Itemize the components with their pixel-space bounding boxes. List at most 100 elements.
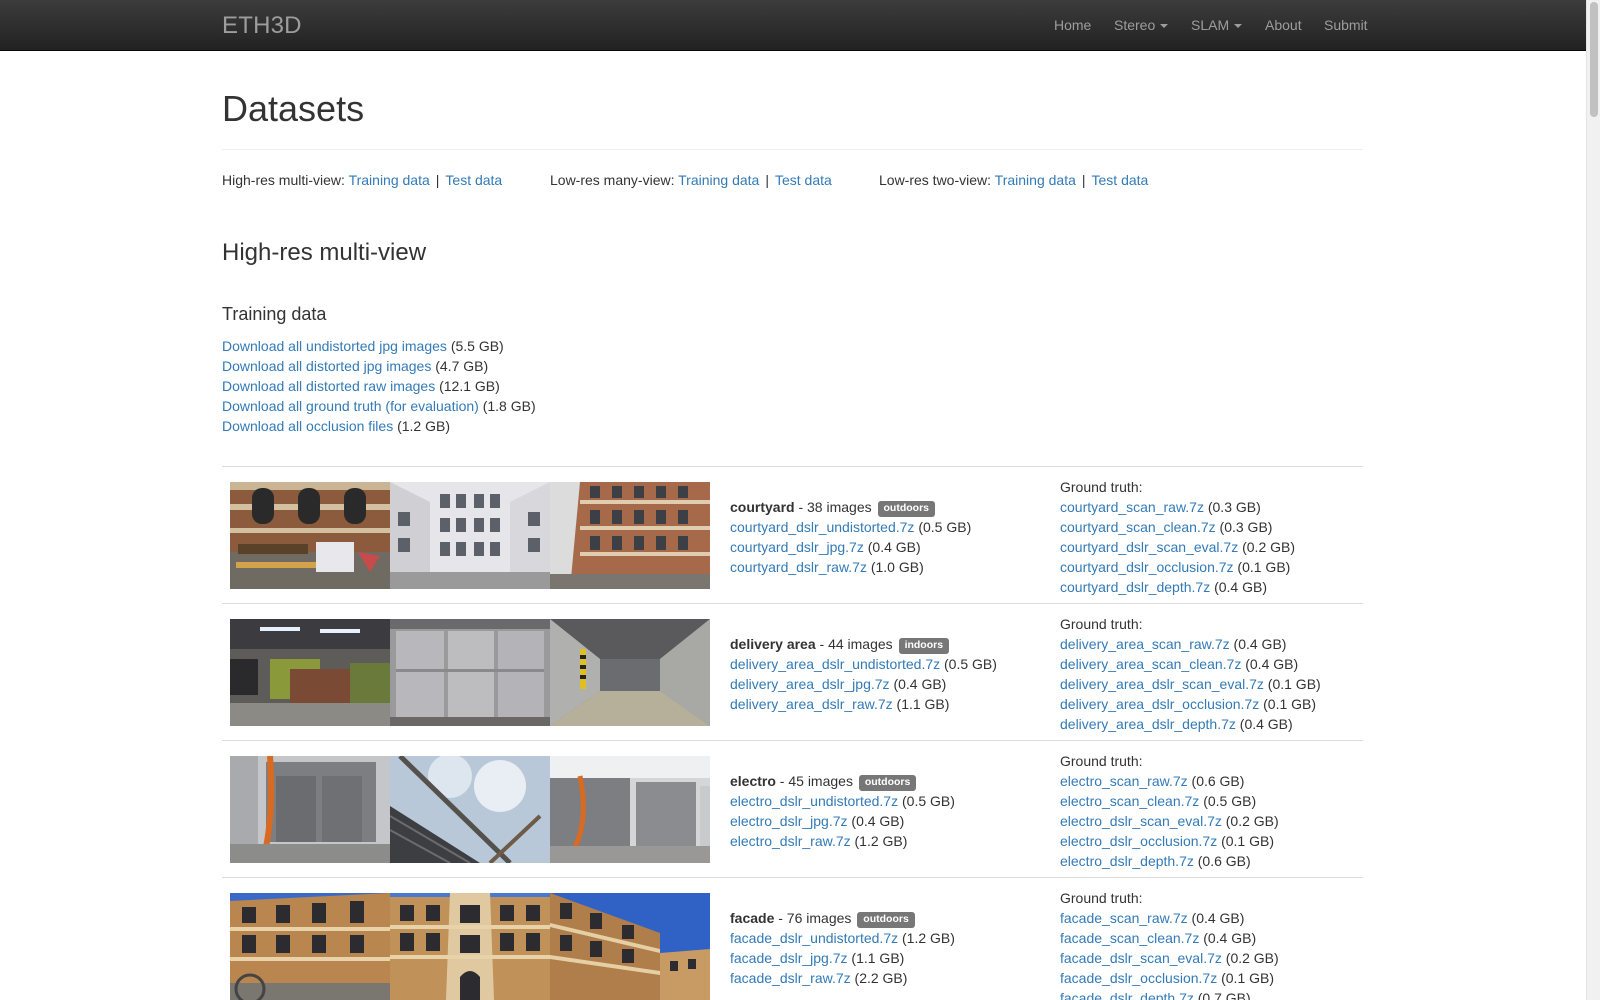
nav-submit[interactable]: Submit xyxy=(1324,17,1368,33)
thumbnail-image[interactable] xyxy=(550,756,710,863)
quicklink-test-data[interactable]: Test data xyxy=(1092,172,1149,188)
file-link[interactable]: courtyard_dslr_jpg.7z xyxy=(730,539,864,555)
gt-file-link[interactable]: delivery_area_scan_raw.7z xyxy=(1060,636,1230,652)
quicklink-training-data[interactable]: Training data xyxy=(995,172,1076,188)
gt-file-link[interactable]: facade_dslr_occlusion.7z xyxy=(1060,970,1217,986)
dataset-info: facade - 76 images outdoors facade_dslr_… xyxy=(730,908,955,988)
file-link[interactable]: facade_dslr_undistorted.7z xyxy=(730,930,898,946)
file-size: (0.4 GB) xyxy=(1203,930,1257,946)
dataset-row: delivery area - 44 images indoors delive… xyxy=(222,603,1363,740)
chevron-down-icon xyxy=(1160,24,1169,29)
file-link[interactable]: courtyard_dslr_raw.7z xyxy=(730,559,867,575)
file-link[interactable]: delivery_area_dslr_jpg.7z xyxy=(730,676,890,692)
dataset-name: electro xyxy=(730,773,776,789)
thumbnail-image[interactable] xyxy=(390,482,550,589)
file-size: (0.2 GB) xyxy=(1225,813,1279,829)
gt-file-link[interactable]: delivery_area_dslr_depth.7z xyxy=(1060,716,1236,732)
page-scrollbar[interactable] xyxy=(1586,0,1600,1000)
file-size: (0.2 GB) xyxy=(1242,539,1296,555)
thumbnail-image[interactable] xyxy=(230,756,390,863)
file-size: (1.1 GB) xyxy=(896,696,950,712)
ground-truth-label: Ground truth: xyxy=(1060,890,1143,906)
download-undistorted-jpg-link[interactable]: Download all undistorted jpg images xyxy=(222,338,447,354)
dataset-info: delivery area - 44 images indoors delive… xyxy=(730,634,997,714)
ground-truth-label: Ground truth: xyxy=(1060,753,1143,769)
file-size: (0.5 GB) xyxy=(944,656,997,672)
file-size: (0.4 GB) xyxy=(1191,910,1245,926)
thumbnail-image[interactable] xyxy=(550,619,710,726)
gt-file-link[interactable]: facade_scan_clean.7z xyxy=(1060,930,1199,946)
file-size: (2.2 GB) xyxy=(854,970,908,986)
file-size: (0.6 GB) xyxy=(1197,853,1251,869)
file-link[interactable]: electro_dslr_jpg.7z xyxy=(730,813,848,829)
file-link[interactable]: electro_dslr_undistorted.7z xyxy=(730,793,898,809)
gt-file-link[interactable]: courtyard_dslr_depth.7z xyxy=(1060,579,1210,595)
download-occlusion-link[interactable]: Download all occlusion files xyxy=(222,418,393,434)
gt-file-link[interactable]: delivery_area_dslr_scan_eval.7z xyxy=(1060,676,1264,692)
download-all-list: Download all undistorted jpg images (5.5… xyxy=(222,336,536,436)
download-distorted-jpg-link[interactable]: Download all distorted jpg images xyxy=(222,358,431,374)
gt-file-link[interactable]: electro_dslr_occlusion.7z xyxy=(1060,833,1217,849)
file-link[interactable]: electro_dslr_raw.7z xyxy=(730,833,851,849)
file-link[interactable]: courtyard_dslr_undistorted.7z xyxy=(730,519,914,535)
thumbnail-image[interactable] xyxy=(390,756,550,863)
separator: | xyxy=(765,172,769,188)
dataset-table: courtyard - 38 images outdoors courtyard… xyxy=(222,466,1363,1000)
thumbnail-image[interactable] xyxy=(390,893,550,1000)
quicklinks-low-res-two-view: Low-res two-view: Training data | Test dat… xyxy=(879,172,1148,188)
file-link[interactable]: facade_dslr_raw.7z xyxy=(730,970,851,986)
gt-file-link[interactable]: courtyard_scan_clean.7z xyxy=(1060,519,1216,535)
dataset-thumbnails xyxy=(230,893,710,1000)
gt-file-link[interactable]: electro_scan_raw.7z xyxy=(1060,773,1188,789)
file-link[interactable]: delivery_area_dslr_undistorted.7z xyxy=(730,656,940,672)
scrollbar-thumb[interactable] xyxy=(1590,2,1598,117)
thumbnail-image[interactable] xyxy=(390,619,550,726)
gt-file-link[interactable]: courtyard_dslr_occlusion.7z xyxy=(1060,559,1234,575)
thumbnail-image[interactable] xyxy=(230,893,390,1000)
gt-file-link[interactable]: facade_dslr_scan_eval.7z xyxy=(1060,950,1222,966)
gt-file-link[interactable]: electro_scan_clean.7z xyxy=(1060,793,1199,809)
quicklink-training-data[interactable]: Training data xyxy=(349,172,430,188)
file-size: (0.4 GB) xyxy=(1214,579,1267,595)
file-size: (5.5 GB) xyxy=(450,338,504,354)
quicklink-test-data[interactable]: Test data xyxy=(775,172,832,188)
dataset-row: electro - 45 images outdoors electro_dsl… xyxy=(222,740,1363,877)
file-link[interactable]: facade_dslr_jpg.7z xyxy=(730,950,848,966)
gt-file-link[interactable]: courtyard_dslr_scan_eval.7z xyxy=(1060,539,1238,555)
download-distorted-raw-link[interactable]: Download all distorted raw images xyxy=(222,378,435,394)
gt-file-link[interactable]: electro_dslr_depth.7z xyxy=(1060,853,1194,869)
quicklink-label: Low-res two-view: xyxy=(879,172,992,188)
quicklink-test-data[interactable]: Test data xyxy=(445,172,502,188)
gt-file-link[interactable]: facade_dslr_depth.7z xyxy=(1060,990,1194,1000)
gt-file-link[interactable]: delivery_area_scan_clean.7z xyxy=(1060,656,1241,672)
file-size: (1.2 GB) xyxy=(397,418,450,434)
quicklinks-high-res-multi-view: High-res multi-view: Training data | Test … xyxy=(222,172,502,188)
download-ground-truth-link[interactable]: Download all ground truth (for evaluatio… xyxy=(222,398,479,414)
gt-file-link[interactable]: delivery_area_dslr_occlusion.7z xyxy=(1060,696,1259,712)
file-link[interactable]: delivery_area_dslr_raw.7z xyxy=(730,696,893,712)
thumbnail-image[interactable] xyxy=(230,619,390,726)
dataset-thumbnails xyxy=(230,482,710,589)
nav-about[interactable]: About xyxy=(1265,17,1302,33)
gt-file-link[interactable]: facade_scan_raw.7z xyxy=(1060,910,1188,926)
nav-slam[interactable]: SLAM xyxy=(1191,17,1243,33)
file-size: (0.1 GB) xyxy=(1221,833,1274,849)
thumbnail-image[interactable] xyxy=(230,482,390,589)
file-size: (0.4 GB) xyxy=(1245,656,1299,672)
brand-logo[interactable]: ETH3D xyxy=(222,12,302,40)
thumbnail-image[interactable] xyxy=(550,893,710,1000)
download-item: Download all distorted raw images (12.1 … xyxy=(222,376,536,396)
file-size: (0.4 GB) xyxy=(867,539,921,555)
download-item: Download all ground truth (for evaluatio… xyxy=(222,396,536,416)
nav-stereo[interactable]: Stereo xyxy=(1114,17,1169,33)
quicklink-label: High-res multi-view: xyxy=(222,172,345,188)
top-navbar: ETH3D Home Stereo SLAM About Submit xyxy=(0,0,1586,51)
quicklink-training-data[interactable]: Training data xyxy=(678,172,759,188)
dataset-row: courtyard - 38 images outdoors courtyard… xyxy=(222,466,1363,603)
gt-file-link[interactable]: electro_dslr_scan_eval.7z xyxy=(1060,813,1222,829)
thumbnail-image[interactable] xyxy=(550,482,710,589)
nav-home[interactable]: Home xyxy=(1054,17,1091,33)
file-size: (0.4 GB) xyxy=(1239,716,1293,732)
image-count: - 45 images xyxy=(775,773,857,789)
gt-file-link[interactable]: courtyard_scan_raw.7z xyxy=(1060,499,1204,515)
